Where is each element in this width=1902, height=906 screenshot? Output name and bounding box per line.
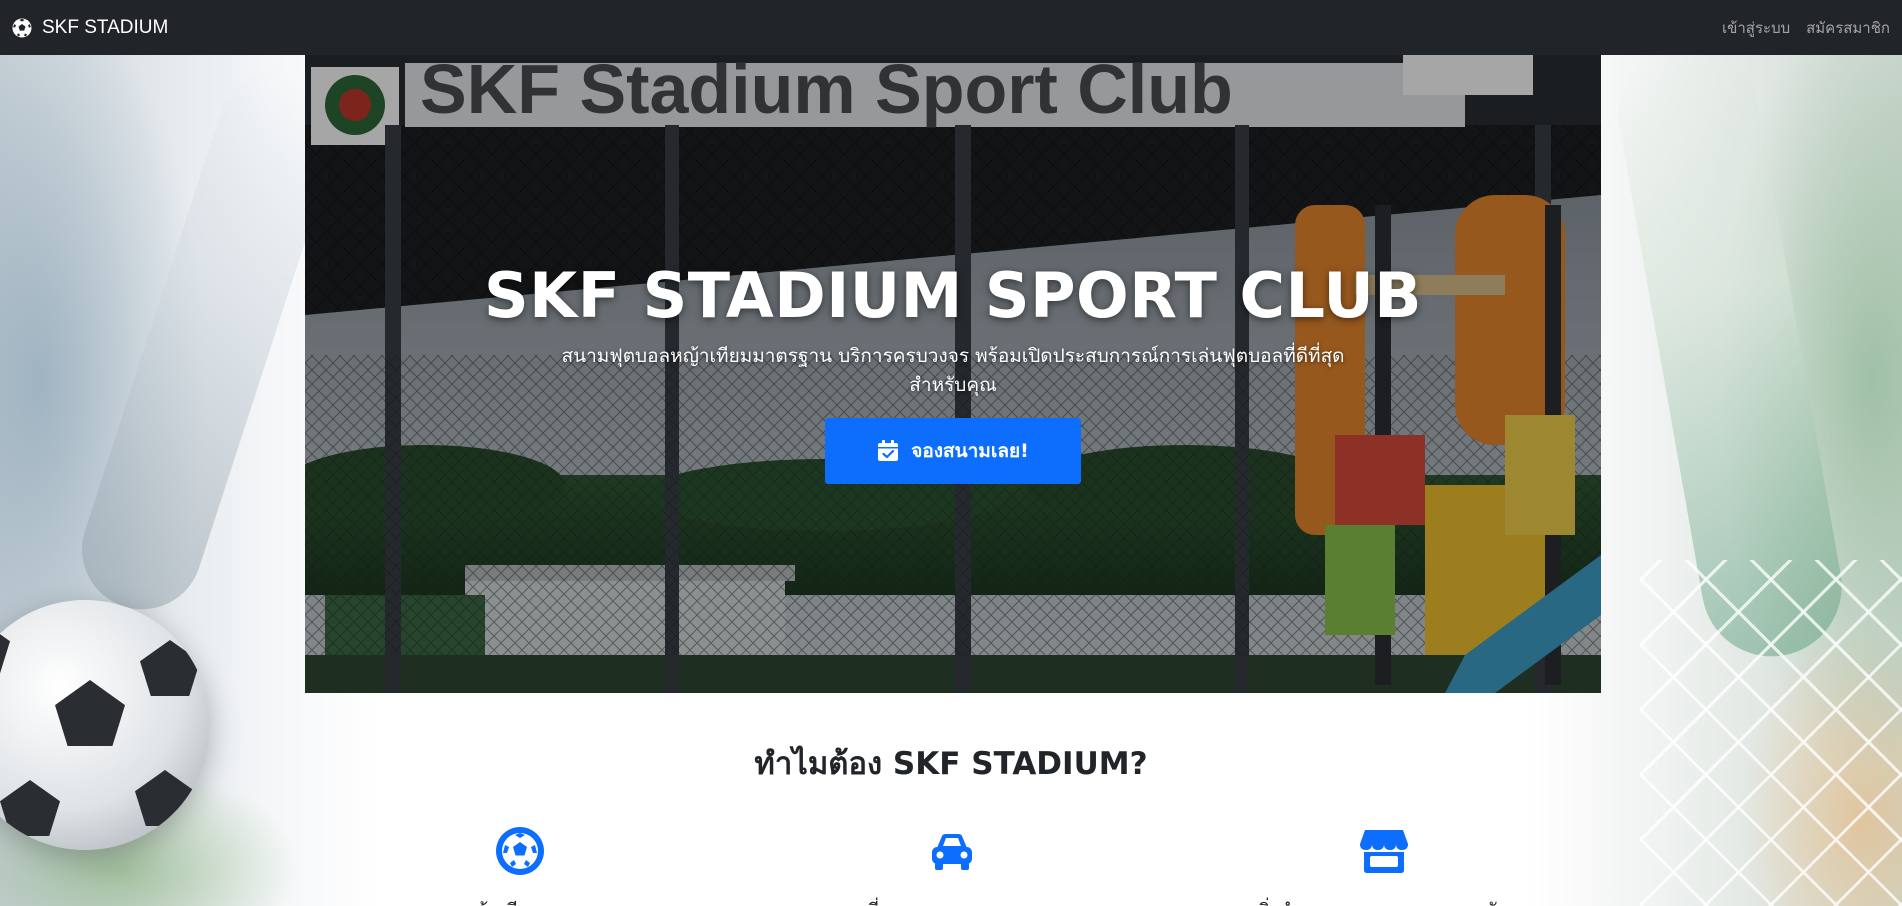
soccer-ball-icon — [496, 827, 544, 875]
brand-text: SKF STADIUM — [42, 16, 169, 38]
brand-link[interactable]: SKF STADIUM — [12, 17, 168, 39]
nav-links: เข้าสู่ระบบ สมัครสมาชิก — [1722, 16, 1890, 40]
calendar-check-icon — [878, 440, 899, 461]
feature-facilities-label: สิ่งอำนวยความสะดวกครบครัน — [1258, 896, 1510, 906]
feature-parking: ที่จอดรถสะดวกสบาย — [742, 826, 1162, 906]
hero-title: SKF STADIUM SPORT CLUB — [484, 259, 1422, 332]
login-link[interactable]: เข้าสู่ระบบ — [1722, 16, 1790, 40]
feature-facilities: สิ่งอำนวยความสะดวกครบครัน — [1174, 826, 1594, 906]
top-navbar: SKF STADIUM เข้าสู่ระบบ สมัครสมาชิก — [0, 0, 1902, 55]
hero-subtitle: สนามฟุตบอลหญ้าเทียมมาตรฐาน บริการครบวงจร… — [561, 345, 1345, 396]
hero-content: SKF STADIUM SPORT CLUB สนามฟุตบอลหญ้าเที… — [305, 55, 1601, 693]
feature-turf: สนามหญ้าเทียมคุณภาพสูง — [310, 826, 730, 906]
soccer-ball-icon — [12, 18, 32, 37]
shop-icon — [1360, 830, 1408, 873]
soccer-ball-decoration — [0, 600, 210, 850]
goal-net-decoration — [1640, 560, 1902, 906]
feature-parking-label: ที่จอดรถสะดวกสบาย — [867, 896, 1038, 906]
feature-turf-label: สนามหญ้าเทียมคุณภาพสูง — [412, 896, 629, 906]
why-section-title: ทำไมต้อง SKF STADIUM? — [754, 746, 1148, 782]
hero-section: SKF Stadium Sport Club SKF STADIUM SPORT… — [305, 55, 1601, 693]
register-link[interactable]: สมัครสมาชิก — [1806, 16, 1890, 40]
car-icon — [932, 834, 972, 870]
book-now-label: จองสนามเลย! — [911, 440, 1029, 462]
book-now-button[interactable]: จองสนามเลย! — [825, 418, 1081, 484]
